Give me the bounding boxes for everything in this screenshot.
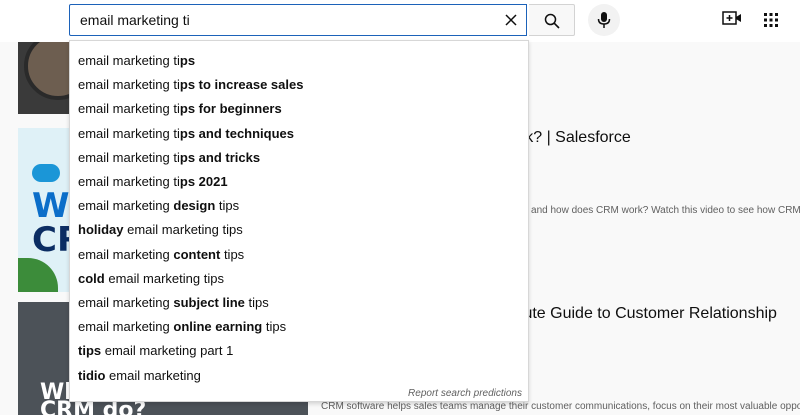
search-suggestion[interactable]: email marketing tips and techniques <box>70 122 528 146</box>
search-suggestion[interactable]: email marketing online earning tips <box>70 315 528 339</box>
search-suggestion-text: email marketing content tips <box>78 246 245 262</box>
video-description: CRM software helps sales teams manage th… <box>321 401 800 412</box>
search-button[interactable] <box>529 4 575 36</box>
search-suggestion[interactable]: email marketing tips <box>70 49 528 73</box>
masthead: email marketing ti <box>0 0 800 42</box>
search-suggestion[interactable]: email marketing tips and tricks <box>70 146 528 170</box>
search-suggestion-text: email marketing tips 2021 <box>78 174 228 189</box>
search-suggestions-dropdown: email marketing tips email marketing tips… <box>69 40 529 402</box>
search-suggestion[interactable]: cold email marketing tips <box>70 267 528 291</box>
report-search-predictions-link[interactable]: Report search predictions <box>408 388 522 399</box>
salesforce-logo <box>32 164 60 182</box>
apps-button[interactable] <box>763 12 779 33</box>
search-suggestion-text: tips email marketing part 1 <box>78 343 234 359</box>
search-suggestion[interactable]: holiday email marketing tips <box>70 218 528 242</box>
search-suggestion[interactable]: tips email marketing part 1 <box>70 339 528 363</box>
search-suggestion[interactable]: email marketing subject line tips <box>70 291 528 315</box>
plant-decoration <box>18 258 58 292</box>
search-suggestion[interactable]: email marketing content tips <box>70 243 528 267</box>
search-suggestion-text: email marketing design tips <box>78 198 240 214</box>
search-suggestion-text: email marketing tips to increase sales <box>78 77 304 93</box>
voice-search-button[interactable] <box>588 4 620 36</box>
search-suggestion-text: email marketing tips for beginners <box>78 101 282 117</box>
create-button[interactable] <box>722 10 742 31</box>
search-suggestion-text: email marketing tips <box>78 53 196 68</box>
search-icon <box>544 13 560 29</box>
search-suggestion-text: email marketing tips and tricks <box>78 149 261 165</box>
search-input[interactable]: email marketing ti <box>69 4 527 36</box>
video-title[interactable]: inute Guide to Customer Relationship <box>511 305 777 323</box>
search-suggestion[interactable]: tidio email marketing <box>70 364 528 388</box>
search-suggestion-text: email marketing online earning tips <box>78 319 287 335</box>
mic-icon <box>597 12 611 28</box>
search-suggestion[interactable]: email marketing tips to increase sales <box>70 73 528 97</box>
search-suggestion-text: email marketing tips and techniques <box>78 125 295 141</box>
create-video-icon <box>722 11 741 25</box>
search-suggestion[interactable]: email marketing design tips <box>70 194 528 218</box>
search-suggestion-text: tidio email marketing <box>78 367 201 383</box>
search-suggestion-text: email marketing subject line tips <box>78 295 269 310</box>
apps-grid-icon <box>764 13 778 27</box>
search-suggestion-text: holiday email marketing tips <box>78 222 243 238</box>
clear-icon[interactable] <box>502 11 520 29</box>
search-input-value: email marketing ti <box>80 12 190 28</box>
search-suggestion[interactable]: email marketing tips for beginners <box>70 97 528 121</box>
search-suggestion-text: cold email marketing tips <box>78 270 224 286</box>
video-description: ent) and how does CRM work? Watch this v… <box>511 205 800 216</box>
search-suggestion[interactable]: email marketing tips 2021 <box>70 170 528 194</box>
